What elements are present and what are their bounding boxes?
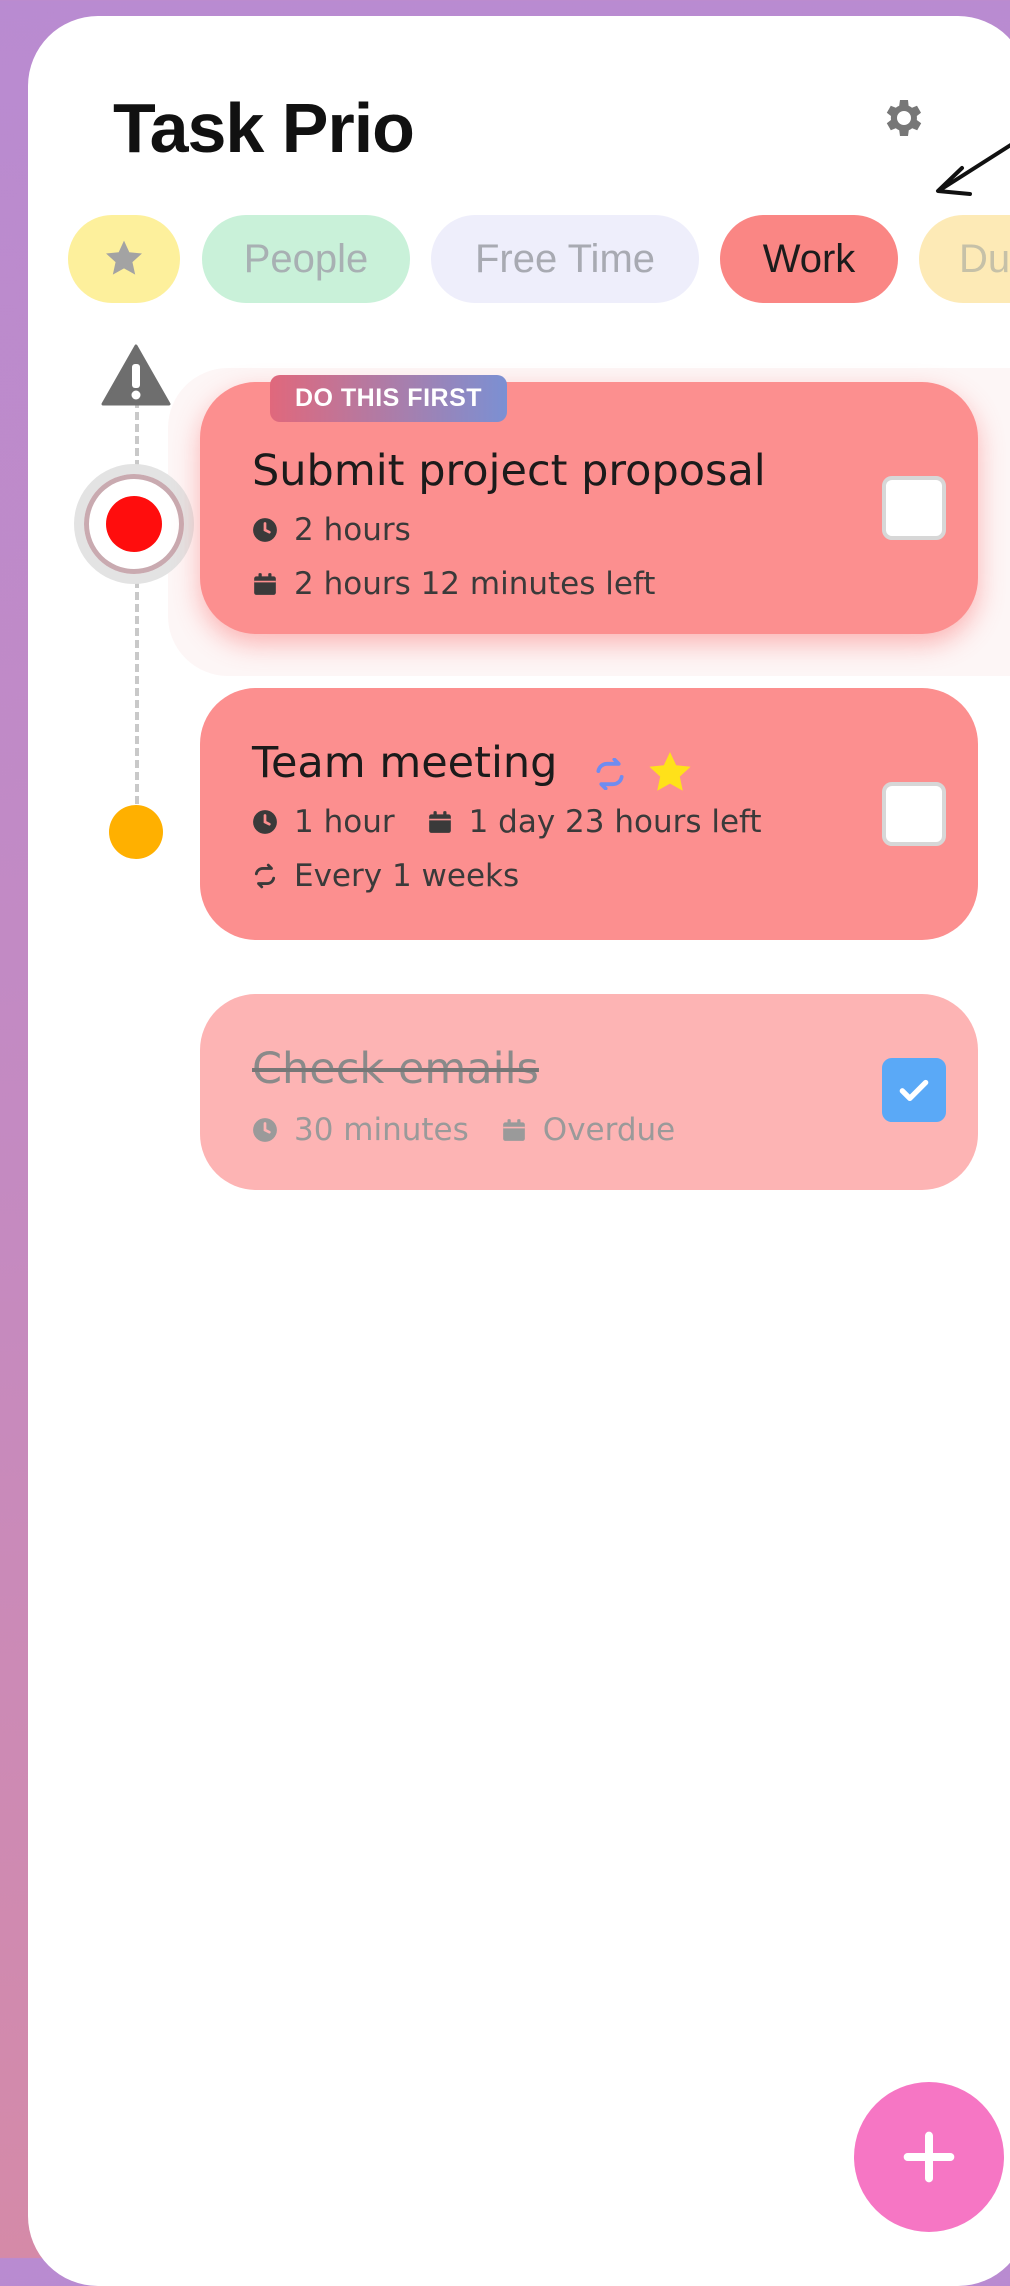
gear-icon	[886, 100, 922, 136]
do-this-first-badge: DO THIS FIRST	[270, 375, 507, 422]
category-chip-favorites[interactable]	[68, 215, 180, 303]
task-title: Team meeting	[252, 738, 558, 788]
timeline-node-normal	[109, 805, 163, 859]
calendar-icon	[254, 573, 276, 595]
category-chip-work[interactable]: Work	[720, 215, 898, 303]
timeline-line	[135, 388, 139, 816]
task-title: Submit project proposal	[252, 446, 766, 496]
repeat-icon	[596, 758, 624, 790]
category-chip-people[interactable]: People	[202, 215, 410, 303]
warning-icon	[101, 344, 171, 406]
repeat-text: Every 1 weeks	[294, 858, 520, 894]
task-card[interactable]: Check emails 30 minutes Overdue	[200, 994, 978, 1190]
task-repeat: Every 1 weeks	[252, 858, 519, 894]
repeat-icon	[254, 863, 276, 889]
task-due: 2 hours 12 minutes left	[252, 566, 655, 602]
add-task-button[interactable]	[854, 2082, 1004, 2232]
calendar-icon	[428, 811, 451, 833]
app-screen: Task Prio People Free Time Work Du Submi…	[28, 16, 1010, 2286]
arrow-pointer-icon	[936, 143, 1010, 196]
category-chip-du[interactable]: Du	[919, 215, 1010, 303]
task-title: Check emails	[252, 1044, 539, 1094]
category-chip-free-time[interactable]: Free Time	[431, 215, 699, 303]
task-checkbox[interactable]	[882, 1058, 946, 1122]
clock-icon	[253, 518, 277, 542]
star-icon	[649, 752, 691, 791]
task-meta-row: 30 minutes Overdue	[252, 1112, 675, 1148]
clock-icon	[253, 1118, 277, 1142]
settings-button[interactable]	[878, 94, 926, 142]
due-text: Overdue	[542, 1112, 676, 1148]
task-checkbox[interactable]	[882, 782, 946, 846]
plus-icon	[903, 2131, 955, 2183]
task-meta-row: 1 hour 1 day 23 hours left	[252, 804, 762, 840]
clock-icon	[253, 810, 277, 834]
task-duration: 2 hours	[252, 512, 411, 548]
due-text: 1 day 23 hours left	[468, 804, 762, 840]
checkmark-icon	[899, 1079, 929, 1101]
app-title: Task Prio	[113, 89, 415, 167]
calendar-icon	[502, 1119, 525, 1141]
due-text: 2 hours 12 minutes left	[294, 566, 656, 602]
duration-text: 30 minutes	[294, 1112, 469, 1148]
star-icon	[106, 240, 142, 275]
duration-text: 1 hour	[294, 804, 395, 840]
duration-text: 2 hours	[294, 512, 411, 548]
task-card[interactable]: Team meeting 1 hour 1 day 23 hours left …	[200, 688, 978, 940]
task-checkbox[interactable]	[882, 476, 946, 540]
timeline-node-urgent	[106, 496, 162, 552]
category-filter-bar: People Free Time Work Du	[28, 199, 1010, 303]
